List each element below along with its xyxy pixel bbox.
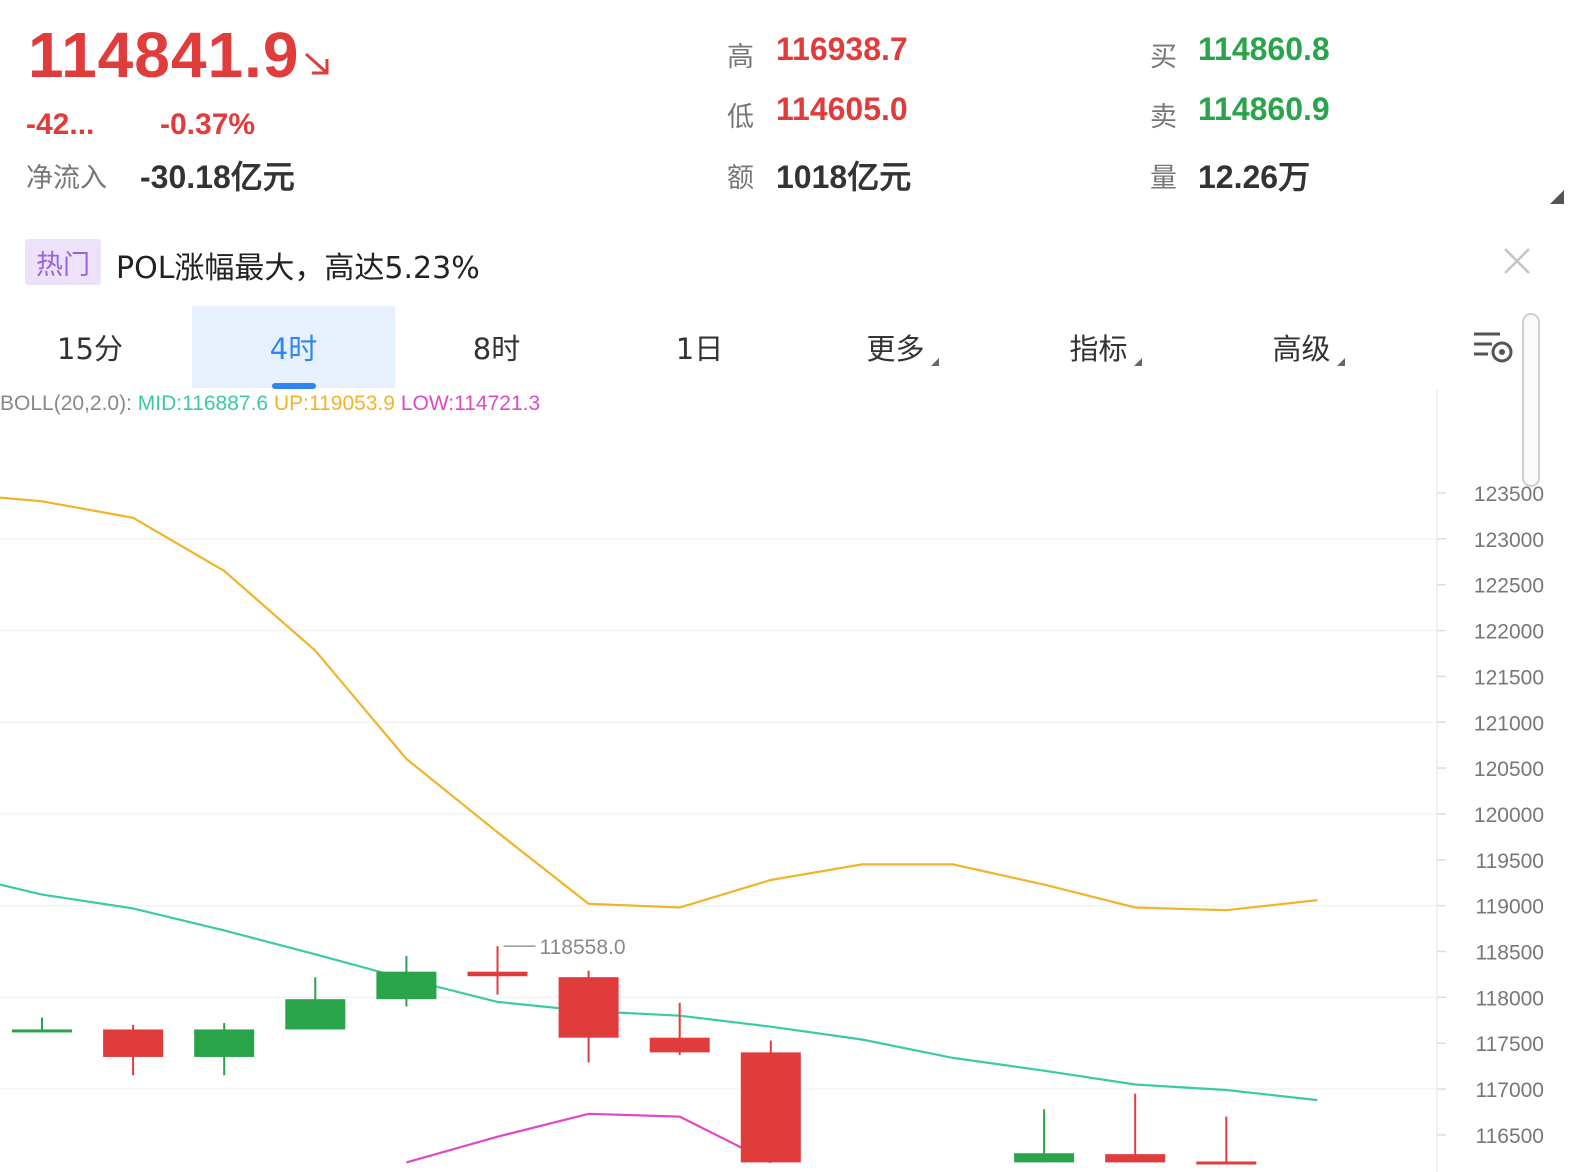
tab-advanced[interactable]: 高级 [1207, 306, 1410, 388]
y-tick-label: 123500 [1474, 483, 1544, 506]
candle-body [1196, 1161, 1257, 1165]
y-tick-label: 121000 [1474, 712, 1544, 735]
candle-body [376, 971, 437, 1000]
max-marker-label: 118558.0 [540, 936, 626, 959]
y-tick-label: 116500 [1475, 1125, 1544, 1148]
boll-mid-line [0, 883, 1318, 1102]
chart-settings-icon[interactable] [1470, 328, 1518, 368]
candle[interactable] [194, 1023, 255, 1076]
sell-value: 114860.9 [1198, 91, 1330, 127]
candlestick-chart[interactable]: 123500 123000 122500 122000 121500 121000 1205… [0, 390, 1579, 1172]
close-icon[interactable] [1500, 244, 1534, 278]
candle-body [649, 1037, 710, 1053]
boll-low-line [406, 1112, 772, 1164]
price-change: -42... [26, 108, 95, 141]
y-tick-label: 121500 [1474, 666, 1544, 689]
candle-body [1105, 1154, 1166, 1163]
y-tick-label: 122500 [1474, 575, 1544, 598]
buy-value: 114860.8 [1198, 31, 1330, 67]
candle[interactable] [103, 1024, 164, 1076]
tab-label: 1日 [675, 332, 724, 366]
dropdown-triangle-icon [930, 358, 939, 366]
last-price: 114841.9 [28, 19, 300, 91]
y-tick-label: 120000 [1474, 804, 1544, 827]
candle[interactable] [285, 977, 346, 1030]
candle[interactable] [649, 1002, 710, 1056]
candle[interactable] [376, 956, 437, 1007]
candle-body [12, 1029, 72, 1033]
tab-label: 8时 [472, 332, 521, 366]
active-tab-indicator [272, 383, 316, 389]
high-value: 116938.7 [776, 31, 908, 67]
volume-label: 量 [1150, 163, 1177, 194]
buy-label: 买 [1150, 42, 1177, 73]
amount-value: 1018亿元 [776, 159, 912, 195]
dropdown-triangle-icon [1336, 358, 1345, 366]
price-change-percent: -0.37% [160, 108, 256, 141]
tab-more[interactable]: 更多 [801, 306, 1004, 388]
arrow-down-right-icon [304, 52, 329, 75]
tab-8h[interactable]: 8时 [395, 306, 598, 388]
y-tick-label: 120500 [1474, 758, 1544, 781]
tab-label: 高级 [1272, 332, 1331, 366]
y-tick-label: 118500 [1475, 942, 1544, 965]
sell-label: 卖 [1150, 102, 1177, 133]
tab-1d[interactable]: 1日 [598, 306, 801, 388]
tab-4h[interactable]: 4时 [192, 306, 395, 388]
candle[interactable] [1014, 1109, 1075, 1163]
candle[interactable] [467, 946, 528, 995]
y-tick-label: 117000 [1475, 1079, 1544, 1102]
net-inflow-value: -30.18亿元 [140, 159, 295, 195]
candle-body [103, 1029, 164, 1057]
amount-label: 额 [727, 163, 754, 194]
y-tick-label: 117500 [1475, 1033, 1544, 1056]
low-value: 114605.0 [776, 91, 908, 127]
y-tick-label: 123000 [1474, 529, 1544, 552]
volume-value: 12.26万 [1198, 159, 1311, 195]
candle-body [740, 1052, 801, 1163]
y-tick-label: 118000 [1475, 987, 1544, 1010]
low-label: 低 [727, 102, 754, 133]
y-tick-label: 122000 [1474, 621, 1544, 644]
y-tick-label: 119000 [1475, 896, 1544, 919]
tab-label: 4时 [269, 332, 318, 366]
tab-15min[interactable]: 15分 [0, 306, 180, 388]
candle-body [285, 999, 346, 1030]
candle[interactable] [1105, 1093, 1166, 1163]
candle-body [194, 1029, 255, 1057]
net-inflow-label: 净流入 [26, 163, 107, 194]
hot-badge: 热门 [25, 239, 101, 285]
candle[interactable] [558, 970, 619, 1063]
candle-body [558, 977, 619, 1038]
tab-label: 更多 [866, 332, 925, 366]
y-tick-label: 119500 [1475, 850, 1544, 873]
tab-label: 15分 [57, 332, 123, 366]
hot-banner-text[interactable]: POL涨幅最大，高达5.23% [116, 243, 480, 287]
candle[interactable] [740, 1040, 801, 1163]
dropdown-triangle-icon [1133, 358, 1142, 366]
candle-body [467, 971, 528, 977]
tab-indicators[interactable]: 指标 [1004, 306, 1207, 388]
boll-up-line [0, 496, 1318, 912]
candle[interactable] [1196, 1116, 1257, 1165]
expand-corner-icon[interactable] [1548, 188, 1564, 204]
candle-body [1014, 1153, 1075, 1163]
high-label: 高 [727, 42, 754, 73]
tab-label: 指标 [1069, 332, 1128, 366]
candle[interactable] [12, 1017, 72, 1033]
